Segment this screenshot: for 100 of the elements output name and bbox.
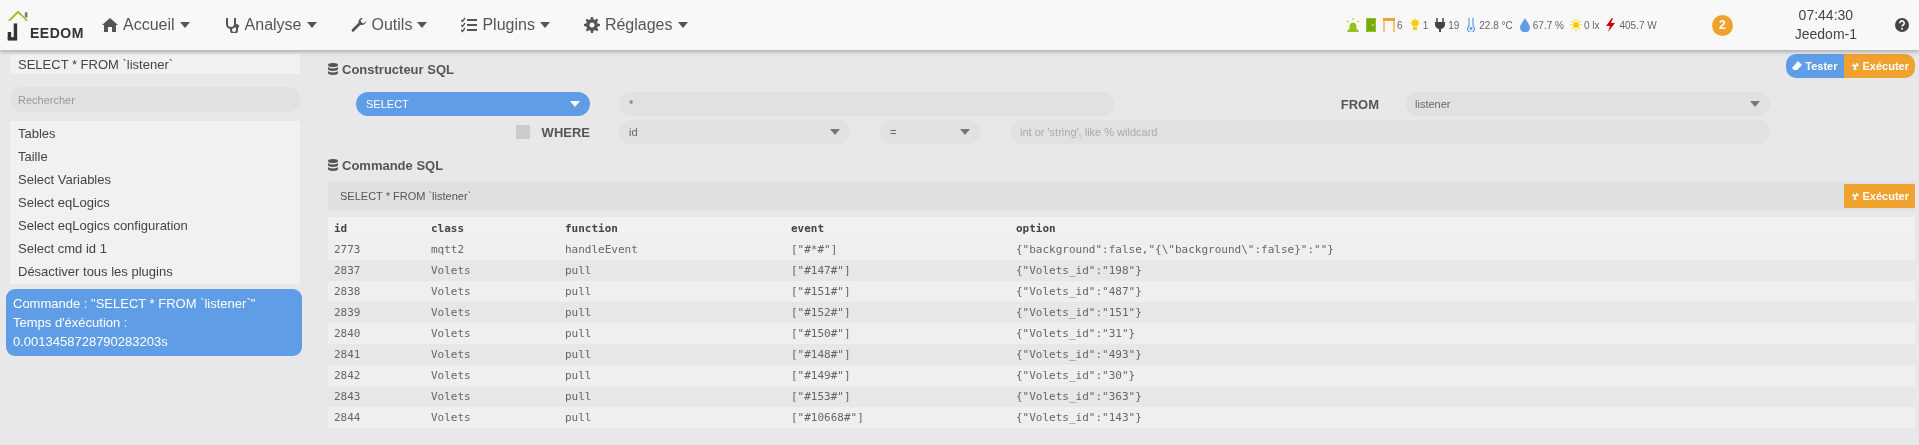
result-info: Commande : "SELECT * FROM `listener`" Temps d'éxécution : 0.0013458728790283203s (6, 289, 302, 356)
query-text: SELECT * FROM `listener` (340, 190, 472, 202)
query-item[interactable]: Tables (10, 122, 300, 145)
plug-icon (1434, 18, 1447, 32)
table-cell: pull (559, 344, 785, 365)
table-cell: Volets (425, 260, 559, 281)
table-cell: ["#151#"] (785, 281, 1010, 302)
table-cell: pull (559, 260, 785, 281)
search-field[interactable]: Rechercher (10, 87, 300, 112)
eraser-icon (1792, 61, 1803, 71)
column-header: class (425, 217, 559, 239)
settings-icon (583, 17, 600, 33)
section-title: Constructeur SQL (342, 61, 454, 77)
current-query: SELECT * FROM `listener` (10, 54, 300, 74)
table-cell: ["#148#"] (785, 344, 1010, 365)
column-header: id (328, 217, 425, 239)
column-header: event (785, 217, 1010, 239)
table-cell: pull (559, 302, 785, 323)
caret-icon (960, 129, 970, 135)
caret-icon (306, 22, 317, 28)
column-select[interactable]: id (619, 120, 850, 144)
fields-input[interactable]: * (619, 92, 1115, 116)
where-label: WHERE (541, 124, 590, 140)
table-cell: {"Volets_id":"31"} (1010, 323, 1915, 344)
table-cell: 2842 (328, 365, 425, 386)
menu-item[interactable]: Accueil (102, 16, 190, 34)
menu-label: Réglages (604, 16, 673, 34)
table-cell: 2844 (328, 407, 425, 428)
host-name: Jeedom-1 (1794, 25, 1857, 44)
table-cell: pull (559, 386, 785, 407)
status-value: 19 (1448, 19, 1460, 31)
table-cell: Volets (425, 323, 559, 344)
table-cell: Volets (425, 407, 559, 428)
table-cell: 2841 (328, 344, 425, 365)
menu-item[interactable]: Plugins (461, 16, 550, 34)
status-value: 67.7 % (1532, 19, 1564, 31)
query-item[interactable]: Select eqLogics configuration (10, 214, 300, 237)
table-cell: {"Volets_id":"143"} (1010, 407, 1915, 428)
menu-item[interactable]: Réglages (583, 16, 688, 34)
table-cell: 2838 (328, 281, 425, 302)
table-cell: {"Volets_id":"487"} (1010, 281, 1915, 302)
table-cell: pull (559, 407, 785, 428)
menu-item[interactable]: Analyse (223, 16, 317, 34)
table-cell: Volets (425, 302, 559, 323)
menu-label: Accueil (123, 16, 175, 34)
table-cell: 2773 (328, 239, 425, 260)
caret-icon (830, 129, 840, 135)
table-cell: 2837 (328, 260, 425, 281)
query-item[interactable]: Taille (10, 145, 300, 168)
bulb-icon (1408, 18, 1421, 32)
table-cell: ["#150#"] (785, 323, 1010, 344)
status-value: 405.7 W (1619, 19, 1657, 31)
sun-icon (1569, 18, 1582, 32)
status-value: 22.8 °C (1479, 19, 1513, 31)
table-cell: Volets (425, 386, 559, 407)
door-icon (1365, 18, 1378, 32)
table-cell: ["#*#"] (785, 239, 1010, 260)
wrench-icon (350, 17, 367, 33)
column-header: function (559, 217, 785, 239)
radiation-icon (1849, 191, 1860, 201)
query-item[interactable]: Désactiver tous les plugins (10, 260, 300, 283)
status-value: 0 lx (1583, 19, 1600, 31)
table-cell: {"Volets_id":"493"} (1010, 344, 1915, 365)
query-item[interactable]: Select Variables (10, 168, 300, 191)
caret-icon (417, 22, 428, 28)
from-label: FROM (1340, 96, 1379, 112)
caret-icon (539, 22, 550, 28)
status-value: 1 (1422, 19, 1429, 31)
table-cell: 2840 (328, 323, 425, 344)
menu-item[interactable]: Outils (350, 16, 428, 34)
table-cell: mqtt2 (425, 239, 559, 260)
status-value: 6 (1397, 19, 1403, 31)
query-item[interactable]: Select cmd id 1 (10, 237, 300, 260)
caret-icon (1750, 101, 1760, 107)
operator-select[interactable]: = (880, 120, 980, 144)
table-cell: ["#10668#"] (785, 407, 1010, 428)
table-cell: 2843 (328, 386, 425, 407)
radiation-icon (1849, 61, 1860, 71)
stethoscope-icon (223, 17, 240, 33)
table-cell: {"Volets_id":"363"} (1010, 386, 1915, 407)
home-icon (102, 17, 118, 33)
database-icon (328, 159, 338, 171)
droplet-icon (1518, 18, 1531, 32)
where-checkbox[interactable] (515, 125, 530, 139)
table-select[interactable]: listener (1405, 92, 1770, 116)
table-cell: {"Volets_id":"151"} (1010, 302, 1915, 323)
lightning-icon (1605, 18, 1618, 32)
table-cell: {"background":false,"{\"background\":false}":""} (1010, 239, 1915, 260)
table-cell: pull (559, 323, 785, 344)
thermometer-icon (1465, 18, 1478, 32)
table-cell: 2839 (328, 302, 425, 323)
caret-icon (677, 22, 688, 28)
table-cell: ["#149#"] (785, 365, 1010, 386)
table-cell: ["#153#"] (785, 386, 1010, 407)
table-cell: Volets (425, 344, 559, 365)
caret-icon (570, 101, 580, 107)
section-title: Commande SQL (342, 157, 444, 173)
query-item[interactable]: Select eqLogics (10, 191, 300, 214)
help-icon (1895, 18, 1909, 32)
table-cell: Volets (425, 281, 559, 302)
